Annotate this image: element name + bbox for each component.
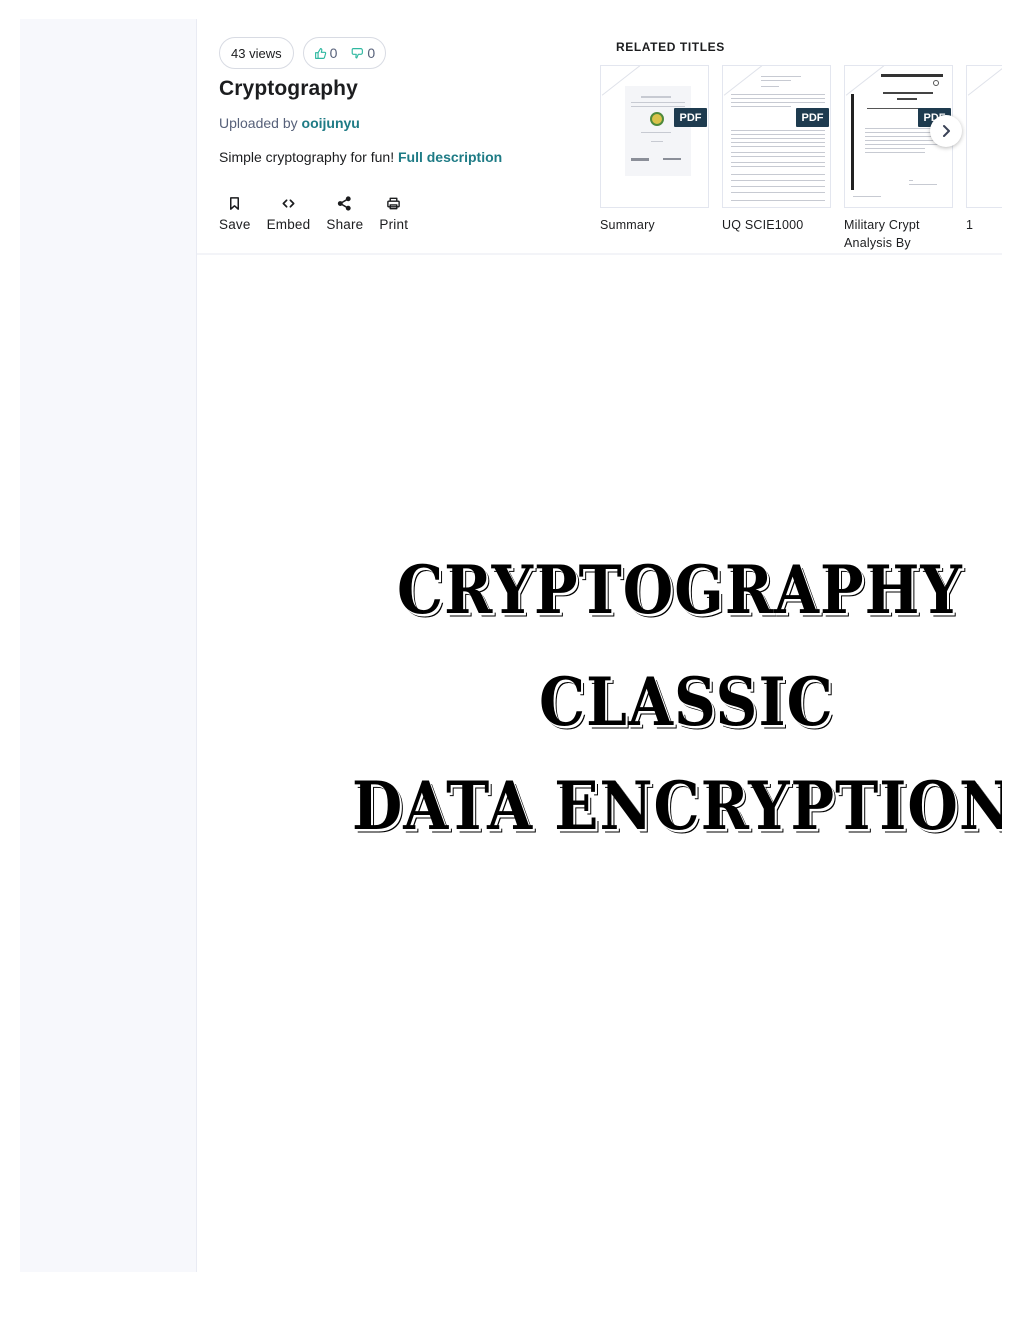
main-content: 43 views 0 0 Cryptography Uploaded by oo… — [197, 19, 1002, 1272]
full-description-link[interactable]: Full description — [398, 149, 502, 165]
document-title: Cryptography — [219, 77, 358, 100]
printer-icon — [385, 194, 403, 212]
chevron-right-icon — [943, 125, 950, 137]
document-thumbnail — [966, 65, 1002, 208]
action-bar: Save Embed Share Print — [219, 194, 424, 232]
thumbs-down-icon — [352, 47, 364, 59]
document-thumbnail: PDF — [600, 65, 709, 208]
page-heading-line-3: DATA ENCRYPTION — [352, 767, 1002, 846]
share-button[interactable]: Share — [326, 194, 363, 232]
related-item[interactable]: 1 — [966, 65, 1002, 234]
page-heading-line-2: CLASSIC — [539, 663, 834, 742]
share-icon — [336, 194, 354, 212]
views-badge: 43 views — [219, 37, 294, 69]
views-count: 43 views — [231, 45, 282, 61]
document-page: CRYPTOGRAPHY CLASSIC DATA ENCRYPTION — [197, 255, 1002, 1272]
related-item-title: 1 — [966, 218, 974, 232]
description: Simple cryptography for fun! Full descri… — [219, 149, 579, 165]
save-button[interactable]: Save — [219, 194, 251, 232]
uploaded-by-label: Uploaded by — [219, 115, 302, 131]
thumbs-up-icon — [314, 47, 326, 59]
pdf-badge: PDF — [674, 108, 707, 127]
related-item[interactable]: PDF Summary — [600, 65, 709, 234]
bookmark-icon — [226, 194, 244, 212]
related-item[interactable]: PDF UQ SCIE1000 — [722, 65, 831, 234]
left-sidebar — [20, 19, 197, 1272]
save-label: Save — [219, 217, 251, 232]
print-label: Print — [379, 217, 409, 232]
like-count: 0 — [329, 45, 338, 61]
stats-row: 43 views 0 0 — [219, 37, 579, 69]
related-item[interactable]: PDF Military Crypt Analysis By — [844, 65, 953, 252]
document-info-panel: 43 views 0 0 Cryptography Uploaded by oo… — [197, 19, 1002, 255]
dislike-count: 0 — [367, 45, 376, 61]
description-text: Simple cryptography for fun! — [219, 149, 395, 165]
like-button[interactable]: 0 — [314, 45, 338, 61]
code-icon — [279, 194, 297, 212]
rating-pill: 0 0 — [302, 37, 387, 69]
related-titles-heading: RELATED TITLES — [616, 40, 725, 54]
carousel-next-button[interactable] — [930, 115, 962, 147]
uploader-link[interactable]: ooijunyu — [302, 115, 360, 131]
uploaded-by: Uploaded by ooijunyu — [219, 115, 579, 131]
share-label: Share — [326, 217, 364, 232]
related-item-title: Summary — [600, 218, 655, 232]
related-item-title: UQ SCIE1000 — [722, 218, 804, 232]
dislike-button[interactable]: 0 — [351, 45, 375, 61]
embed-label: Embed — [266, 217, 311, 232]
document-thumbnail: PDF — [722, 65, 831, 208]
document-meta: 43 views 0 0 Cryptography Uploaded by oo… — [219, 37, 579, 165]
related-carousel: PDF Summary PDF UQ SCIE1000 PDF Military… — [600, 65, 1002, 255]
pdf-badge: PDF — [796, 108, 829, 127]
embed-button[interactable]: Embed — [267, 194, 311, 232]
related-item-title: Military Crypt Analysis By — [844, 218, 920, 250]
print-button[interactable]: Print — [379, 194, 408, 232]
page-heading-line-1: CRYPTOGRAPHY — [397, 551, 963, 630]
